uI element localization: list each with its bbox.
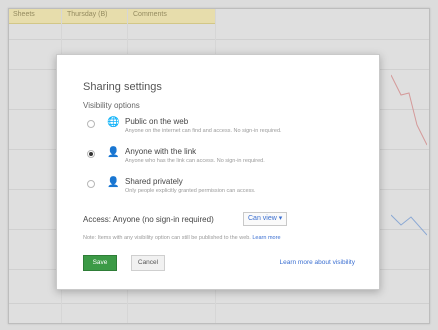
option-title: Shared privately — [125, 177, 183, 186]
cancel-button[interactable]: Cancel — [131, 255, 165, 271]
note-text: Note: Items with any visibility option c… — [83, 235, 251, 241]
dialog-title: Sharing settings — [83, 81, 162, 93]
visibility-note: Note: Items with any visibility option c… — [83, 235, 281, 241]
option-shared-privately[interactable]: 👤 Shared privately Only people explicitl… — [83, 177, 363, 203]
option-title: Anyone with the link — [125, 147, 197, 156]
radio-anyone-with-link[interactable] — [87, 150, 95, 158]
learn-more-about-visibility-link[interactable]: Learn more about visibility — [279, 259, 355, 266]
sharing-settings-dialog: Sharing settings Visibility options 🌐 Pu… — [56, 54, 380, 290]
person-lock-icon: 👤 — [107, 177, 120, 188]
radio-shared-privately[interactable] — [87, 180, 95, 188]
learn-more-link[interactable]: Learn more — [252, 235, 280, 241]
option-public-on-web[interactable]: 🌐 Public on the web Anyone on the intern… — [83, 117, 363, 143]
option-description: Anyone who has the link can access. No s… — [125, 158, 265, 164]
save-button[interactable]: Save — [83, 255, 117, 271]
globe-icon: 🌐 — [107, 117, 120, 128]
option-anyone-with-link[interactable]: 👤 Anyone with the link Anyone who has th… — [83, 147, 363, 173]
radio-public[interactable] — [87, 120, 95, 128]
person-link-icon: 👤 — [107, 147, 120, 158]
access-level-dropdown[interactable]: Can view ▾ — [243, 212, 288, 226]
access-label: Access: Anyone (no sign-in required) — [83, 215, 214, 224]
visibility-options-label: Visibility options — [83, 101, 140, 110]
option-description: Only people explicitly granted permissio… — [125, 188, 256, 194]
option-description: Anyone on the internet can find and acce… — [125, 128, 282, 134]
option-title: Public on the web — [125, 117, 189, 126]
